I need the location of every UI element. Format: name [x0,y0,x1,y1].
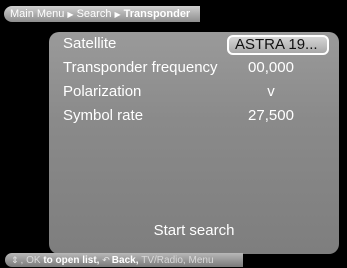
up-down-arrows-icon: ⇕ [11,254,19,265]
symbol-rate-value[interactable]: 27,500 [248,107,294,124]
breadcrumb: Main Menu ▶ Search ▶ Transponder [4,6,200,22]
satellite-select[interactable]: ASTRA 19... [227,35,329,55]
start-search-button[interactable]: Start search [49,222,339,239]
breadcrumb-search[interactable]: Search [77,8,112,20]
polarization-row[interactable]: Polarization v [49,80,339,102]
menu-hint: Menu [188,254,214,266]
breadcrumb-transponder: Transponder [123,8,191,20]
frequency-label: Transponder frequency [63,59,218,76]
back-hint: Back, [111,254,139,266]
settings-panel: Satellite ASTRA 19... Transponder freque… [49,32,339,254]
frequency-value[interactable]: 00,000 [248,59,294,76]
hint-bar: ⇕ , OK to open list, ↶ Back, TV/Radio, M… [5,253,243,267]
breadcrumb-main-menu[interactable]: Main Menu [10,8,64,20]
symbol-rate-label: Symbol rate [63,107,144,124]
polarization-label: Polarization [63,83,142,100]
screen: Main Menu ▶ Search ▶ Transponder Satelli… [0,0,347,268]
satellite-row[interactable]: Satellite ASTRA 19... [49,32,339,55]
tvradio-hint: TV/Radio, [141,254,186,266]
satellite-label: Satellite [63,35,117,52]
frequency-row[interactable]: Transponder frequency 00,000 [49,56,339,78]
open-list-hint: to open list, [43,254,100,266]
ok-hint: OK [26,254,41,266]
polarization-value[interactable]: v [267,83,275,100]
symbol-rate-row[interactable]: Symbol rate 27,500 [49,104,339,126]
chevron-right-icon: ▶ [114,9,121,19]
back-arrow-icon: ↶ [102,254,110,265]
chevron-right-icon: ▶ [67,9,74,19]
